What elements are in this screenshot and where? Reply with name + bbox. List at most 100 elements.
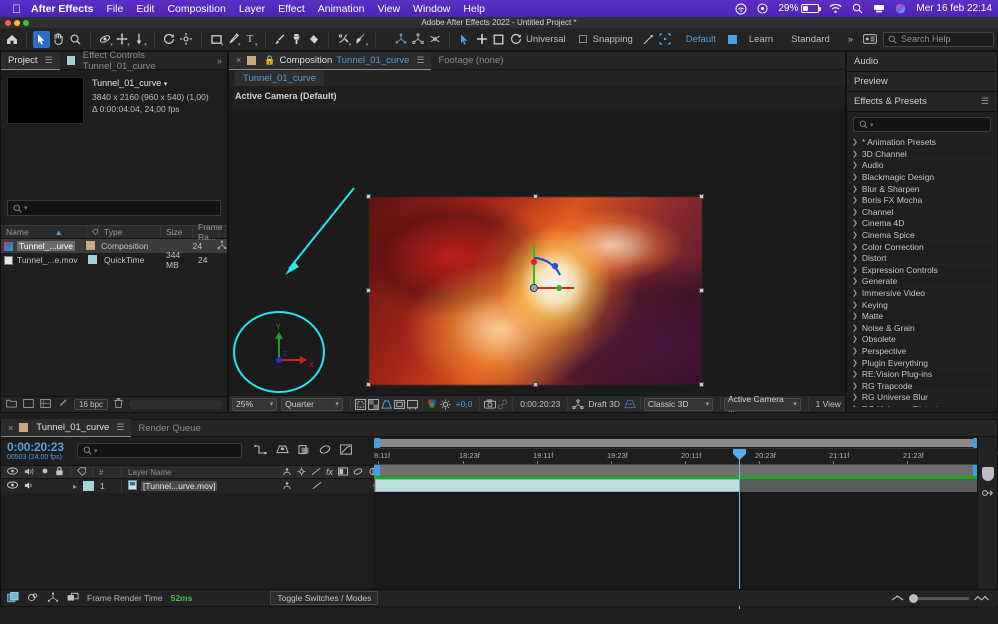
column-type[interactable]: Type [99,226,161,238]
pen-tool[interactable]: ▾ [225,31,242,48]
effects-category-rg-universe-distort[interactable]: ❯RG Universe Distort [847,404,997,407]
layer-track-row[interactable] [374,479,979,492]
effects-category-re-vision-plug-ins[interactable]: ❯RE:Vision Plug-ins [847,369,997,381]
solo-icon[interactable] [41,467,49,477]
menu-layer[interactable]: Layer [239,3,265,15]
panel-menu-icon[interactable]: ☰ [981,96,989,107]
tab-composition[interactable]: × 🔒 Composition Tunnel_01_curve ☰ [229,52,431,70]
region-of-interest-icon[interactable] [354,397,367,411]
timeline-marker-icon[interactable] [982,467,994,481]
renderer-dropdown[interactable]: Classic 3D ▾ [644,398,713,411]
workspace-menu-icon[interactable] [725,31,740,48]
effects-presets-panel-header[interactable]: Effects & Presets ☰ [847,92,997,112]
workspace-default[interactable]: Default [686,34,716,45]
column-framerate[interactable]: Frame Ra... [193,226,219,238]
audio-panel-header[interactable]: Audio [847,52,997,72]
exposure-icon[interactable] [439,397,452,411]
collapse-icon[interactable] [297,467,306,478]
speaker-icon[interactable] [24,467,35,478]
project-row-name[interactable]: Tunnel_...urve [1,241,85,251]
menu-edit[interactable]: Edit [136,3,154,15]
workspace-overflow[interactable]: » [848,34,853,45]
motion-blur-icon[interactable] [319,444,331,458]
hide-shy-layers-icon[interactable] [298,444,310,458]
clone-stamp-tool[interactable] [288,31,305,48]
dolly-camera-icon[interactable] [426,31,443,48]
pan-camera-icon[interactable] [409,31,426,48]
menu-window[interactable]: Window [413,3,450,15]
search-help-field[interactable]: Search Help [883,32,994,47]
tab-render-queue[interactable]: Render Queue [131,419,207,437]
menu-after-effects[interactable]: After Effects [31,3,93,15]
effects-category-animation-presets[interactable]: ❯* Animation Presets [847,137,997,149]
anchor-point-tool[interactable] [178,31,195,48]
menu-animation[interactable]: Animation [318,3,365,15]
channel-icon[interactable] [426,397,439,411]
dolly-tool[interactable]: ▾ [131,31,148,48]
magnification-dropdown[interactable]: 25% ▾ [232,398,277,411]
comp-subtab-tunnel[interactable]: Tunnel_01_curve [235,71,324,86]
graph-editor-icon[interactable] [340,444,352,458]
timeline-time-bar[interactable] [374,464,979,476]
column-tag[interactable] [87,226,99,238]
quality-icon[interactable] [311,467,321,478]
panel-menu-icon[interactable]: ☰ [116,422,124,433]
new-composition-icon[interactable] [23,399,34,411]
effects-category-color-correction[interactable]: ❯Color Correction [847,241,997,253]
effects-category-channel[interactable]: ❯Channel [847,207,997,219]
eraser-tool[interactable] [305,31,322,48]
menu-file[interactable]: File [106,3,123,15]
menu-effect[interactable]: Effect [278,3,305,15]
menu-composition[interactable]: Composition [167,3,225,15]
eye-icon[interactable] [7,467,18,477]
roto-brush-tool[interactable]: ▾ [335,31,352,48]
control-center-icon[interactable] [757,3,768,14]
transparency-grid-icon[interactable] [367,397,380,411]
selection-arrow-icon[interactable] [456,31,473,48]
project-settings-icon[interactable] [40,399,51,411]
close-icon[interactable]: × [236,55,241,65]
timeline-work-area-bar[interactable] [374,437,979,449]
effects-search-input[interactable]: ▾ [853,117,991,132]
tab-project[interactable]: Project ☰ [1,52,60,70]
effects-category-blur-sharpen[interactable]: ❯Blur & Sharpen [847,183,997,195]
zoom-slider-thumb[interactable] [909,594,918,603]
draft-3d-icon[interactable] [276,444,289,458]
orbit-camera-icon[interactable] [392,31,409,48]
menubar-clock[interactable]: Mer 16 feb 22:14 [916,3,992,14]
orbit-tool[interactable]: ▾ [97,31,114,48]
effects-category-immersive-video[interactable]: ❯Immersive Video [847,288,997,300]
effects-category-3d-channel[interactable]: ❯3D Channel [847,149,997,161]
effects-presets-list[interactable]: ❯* Animation Presets❯3D Channel❯Audio❯Bl… [847,137,997,407]
draft-3d-icon[interactable] [571,397,584,411]
selection-tool[interactable] [33,31,50,48]
effects-category-perspective[interactable]: ❯Perspective [847,346,997,358]
table-row[interactable]: Tunnel_...e.mov QuickTime 344 MB 24 [1,253,227,267]
effects-category-plugin-everything[interactable]: ❯Plugin Everything [847,357,997,369]
bit-depth-button[interactable]: 16 bpc [74,399,108,410]
chevron-down-icon[interactable]: ▾ [164,81,168,88]
siri-icon[interactable] [895,3,906,14]
lock-icon[interactable]: 🔒 [264,55,275,66]
new-folder-icon[interactable] [6,399,17,411]
draft-3d-label[interactable]: Draft 3D [588,399,620,409]
zoom-tool[interactable] [67,31,84,48]
rotation-tool[interactable] [161,31,178,48]
playhead-handle[interactable] [733,449,746,460]
snapping-label[interactable]: Snapping [593,34,633,45]
spotlight-search-icon[interactable] [852,3,863,14]
panel-menu-icon[interactable]: ☰ [45,55,53,66]
apple-logo-icon[interactable]:  [12,3,21,15]
label-color-swatch[interactable] [88,255,97,264]
home-icon[interactable] [3,31,20,48]
snapping-target-icon[interactable] [657,31,674,48]
graph-editor-switch-icon[interactable] [67,592,79,605]
effects-category-obsolete[interactable]: ❯Obsolete [847,334,997,346]
preview-panel-header[interactable]: Preview [847,72,997,92]
display-icon[interactable] [873,3,885,14]
effects-category-blackmagic-design[interactable]: ❯Blackmagic Design [847,172,997,184]
layer-audio-toggle[interactable] [24,481,35,492]
project-row-name[interactable]: Tunnel_...e.mov [1,255,87,265]
view-layout-dropdown[interactable]: Active Camera ... ▾ [724,398,801,411]
delete-icon[interactable] [114,398,123,411]
